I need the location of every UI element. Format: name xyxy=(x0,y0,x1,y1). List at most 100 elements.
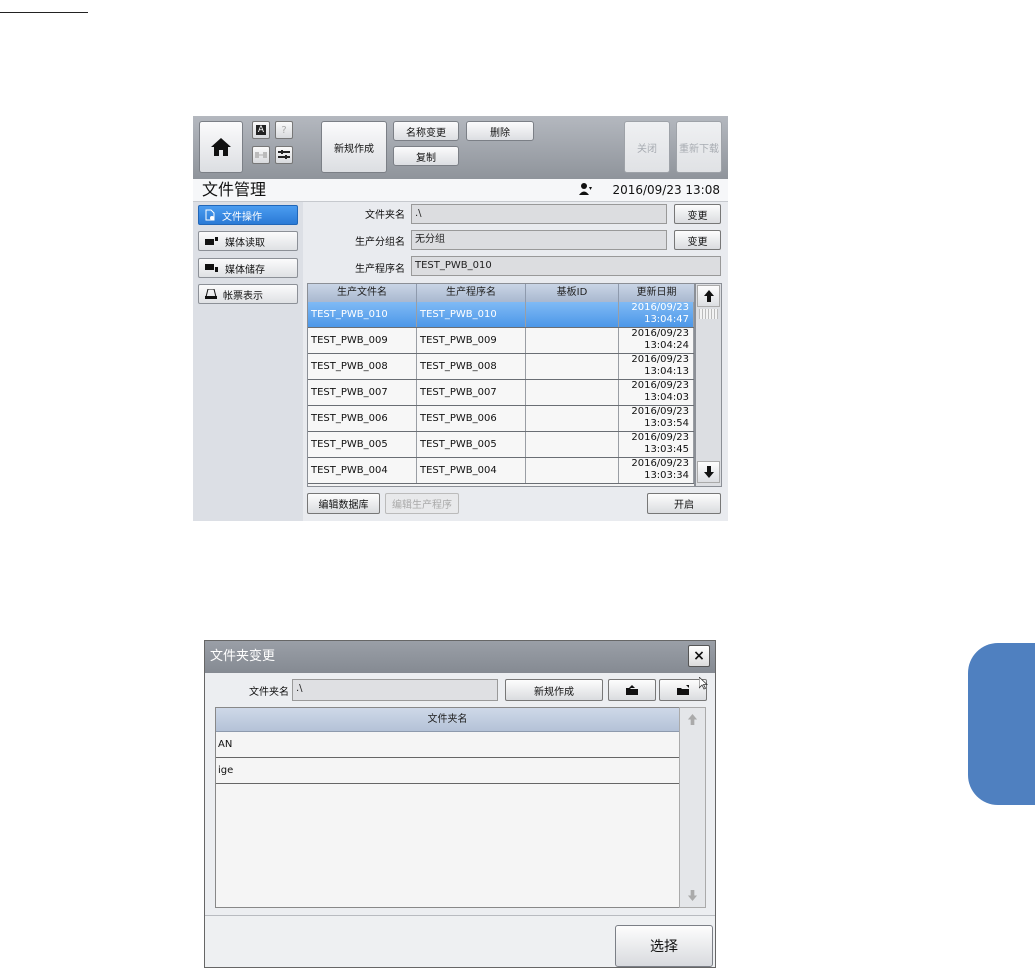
edit-program-button[interactable]: 编辑生产程序 xyxy=(385,493,459,514)
nav-media-read[interactable]: 媒体读取 xyxy=(198,231,298,251)
scroll-down-button[interactable] xyxy=(697,461,720,483)
arrow-down-icon[interactable] xyxy=(687,890,698,901)
list-item[interactable]: ige xyxy=(216,758,679,784)
table-row[interactable]: TEST_PWB_006 TEST_PWB_006 2016/09/23 13:0… xyxy=(308,406,694,432)
cell-file: TEST_PWB_006 xyxy=(308,406,417,431)
group-name-field: 无分组 xyxy=(411,230,667,250)
table-row[interactable]: TEST_PWB_010 TEST_PWB_010 2016/09/23 13:0… xyxy=(308,302,694,328)
folder-list-header[interactable]: 文件夹名 xyxy=(216,708,679,732)
dialog-title-bar: 文件夹变更 xyxy=(205,641,715,673)
group-change-button[interactable]: 变更 xyxy=(674,230,721,250)
date-text: 2016/09/23 xyxy=(631,302,689,313)
arrow-up-icon xyxy=(703,290,714,302)
cell-program: TEST_PWB_009 xyxy=(417,328,526,353)
keyboard-a-button[interactable]: A xyxy=(252,121,270,139)
open-button[interactable]: 开启 xyxy=(647,493,721,514)
rename-button[interactable]: 名称变更 xyxy=(393,121,459,141)
table-row[interactable]: TEST_PWB_009 TEST_PWB_009 2016/09/23 13:0… xyxy=(308,328,694,354)
scroll-thumb[interactable] xyxy=(699,309,718,319)
cell-board xyxy=(526,328,619,353)
dialog-folder-label: 文件夹名 xyxy=(249,687,289,698)
dialog-folder-field[interactable]: .\ xyxy=(292,679,498,701)
cell-file: TEST_PWB_010 xyxy=(308,302,417,327)
cell-program: TEST_PWB_005 xyxy=(417,432,526,457)
table-row[interactable]: TEST_PWB_008 TEST_PWB_008 2016/09/23 13:0… xyxy=(308,354,694,380)
cell-board xyxy=(526,406,619,431)
cell-date: 2016/09/23 13:03:45 xyxy=(619,432,694,457)
folder-name-label: 文件夹名 xyxy=(365,210,405,221)
dialog-title: 文件夹变更 xyxy=(210,649,276,664)
scroll-up-button[interactable] xyxy=(697,285,720,307)
sidebar: 文件操作 媒体读取 媒体储存 帐票表示 xyxy=(193,202,303,521)
nav-media-save[interactable]: 媒体储存 xyxy=(198,258,298,278)
folder-list-scrollbar[interactable] xyxy=(679,707,706,908)
close-button[interactable]: 关闭 xyxy=(624,121,670,173)
nav-label: 文件操作 xyxy=(222,211,262,223)
copy-button[interactable]: 复制 xyxy=(393,146,459,166)
user-icon xyxy=(579,183,592,195)
table-row[interactable]: TEST_PWB_007 TEST_PWB_007 2016/09/23 13:0… xyxy=(308,380,694,406)
time-text: 13:03:34 xyxy=(644,470,689,481)
toolbar: A ? 新规作成 名称变更 删除 复制 关闭 重新下载 xyxy=(193,116,728,179)
printer-icon xyxy=(205,289,217,299)
nav-label: 媒体储存 xyxy=(225,264,265,276)
nav-label: 帐票表示 xyxy=(223,290,263,302)
cell-date: 2016/09/23 13:04:24 xyxy=(619,328,694,353)
cell-date: 2016/09/23 13:03:54 xyxy=(619,406,694,431)
new-file-button[interactable]: 新规作成 xyxy=(321,121,387,173)
folder-list: 文件夹名 AN ige xyxy=(215,707,680,908)
select-button[interactable]: 选择 xyxy=(615,925,713,967)
side-tab xyxy=(968,643,1035,805)
cell-file: TEST_PWB_004 xyxy=(308,458,417,483)
cell-file: TEST_PWB_007 xyxy=(308,380,417,405)
cell-board xyxy=(526,354,619,379)
redownload-button[interactable]: 重新下载 xyxy=(676,121,722,173)
transfer-button[interactable] xyxy=(252,146,270,164)
program-name-field: TEST_PWB_010 xyxy=(411,256,721,276)
table-row[interactable]: TEST_PWB_004 TEST_PWB_004 2016/09/23 13:0… xyxy=(308,458,694,484)
sliders-icon xyxy=(278,150,290,159)
help-button[interactable]: ? xyxy=(275,121,293,139)
a-key-icon: A xyxy=(255,125,267,135)
cell-date: 2016/09/23 13:04:03 xyxy=(619,380,694,405)
cell-board xyxy=(526,380,619,405)
nav-report-display[interactable]: 帐票表示 xyxy=(198,284,298,304)
settings-button[interactable] xyxy=(275,146,293,164)
page-top-rule xyxy=(0,12,88,13)
header-file-name[interactable]: 生产文件名 xyxy=(308,284,417,302)
production-file-table: 生产文件名 生产程序名 基板ID 更新日期 TEST_PWB_010 TEST_… xyxy=(307,283,695,487)
cell-date: 2016/09/23 13:04:47 xyxy=(619,302,694,327)
media-save-icon xyxy=(205,264,218,272)
cell-board xyxy=(526,458,619,483)
dialog-new-button[interactable]: 新规作成 xyxy=(505,679,603,701)
cell-board xyxy=(526,432,619,457)
time-text: 13:03:45 xyxy=(644,444,689,455)
dialog-close-button[interactable]: × xyxy=(688,645,710,667)
header-update-date[interactable]: 更新日期 xyxy=(619,284,694,302)
folder-enter-icon xyxy=(677,684,689,695)
nav-file-operation[interactable]: 文件操作 xyxy=(198,205,298,225)
list-item[interactable]: AN xyxy=(216,732,679,758)
cell-program: TEST_PWB_008 xyxy=(417,354,526,379)
page-title: 文件管理 xyxy=(202,180,267,199)
home-icon xyxy=(211,138,231,156)
folder-up-button[interactable] xyxy=(608,679,656,701)
header-program-name[interactable]: 生产程序名 xyxy=(417,284,526,302)
cell-program: TEST_PWB_010 xyxy=(417,302,526,327)
help-icon: ? xyxy=(281,124,287,136)
table-row[interactable]: TEST_PWB_005 TEST_PWB_005 2016/09/23 13:0… xyxy=(308,432,694,458)
folder-change-button[interactable]: 变更 xyxy=(674,204,721,224)
time-text: 13:04:03 xyxy=(644,392,689,403)
delete-button[interactable]: 删除 xyxy=(466,121,534,141)
cell-file: TEST_PWB_008 xyxy=(308,354,417,379)
cell-file: TEST_PWB_005 xyxy=(308,432,417,457)
date-text: 2016/09/23 xyxy=(631,354,689,365)
media-read-icon xyxy=(205,237,218,245)
cell-date: 2016/09/23 13:03:34 xyxy=(619,458,694,483)
home-button[interactable] xyxy=(199,121,243,173)
table-scrollbar[interactable] xyxy=(695,283,722,487)
edit-database-button[interactable]: 编辑数据库 xyxy=(307,493,380,514)
time-text: 13:04:47 xyxy=(644,314,689,325)
arrow-up-icon[interactable] xyxy=(687,714,698,725)
header-board-id[interactable]: 基板ID xyxy=(526,284,619,302)
